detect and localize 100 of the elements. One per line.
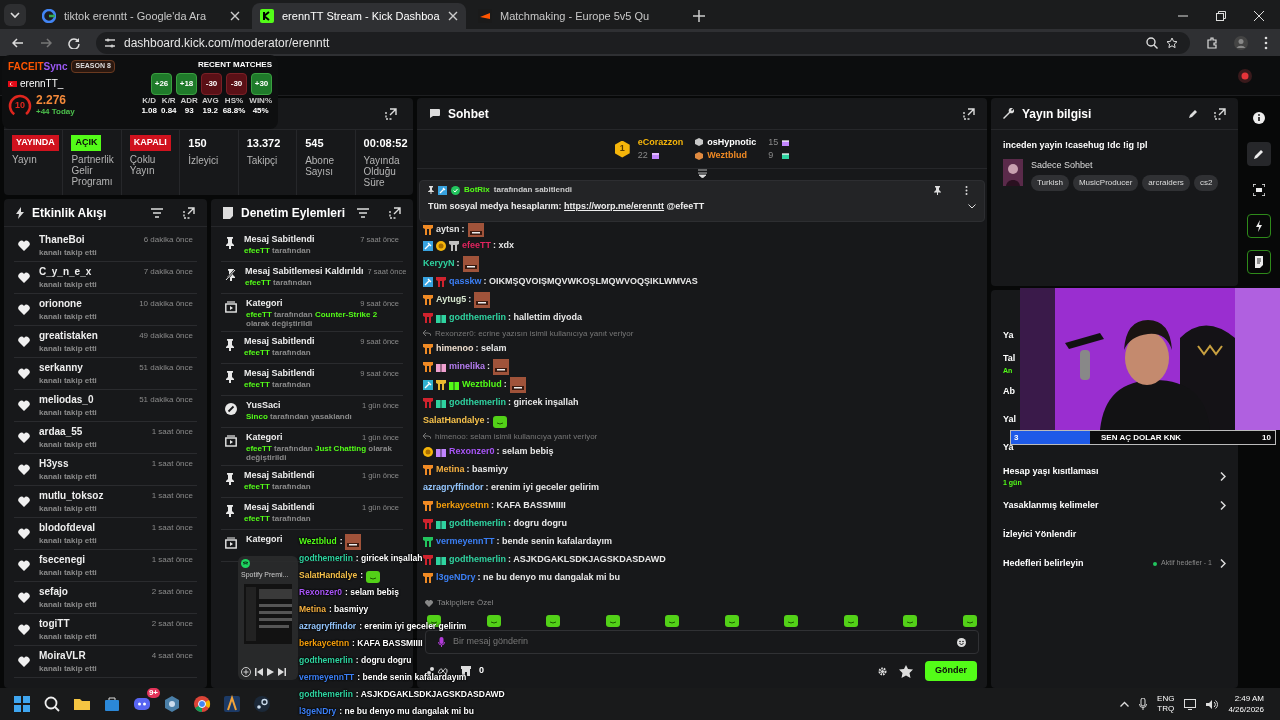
timestamp: 51 dakika önce [139, 393, 193, 406]
chat-username[interactable]: berkaycetnn [436, 499, 490, 513]
link[interactable]: https://worp.me/erenntt [564, 201, 665, 211]
filter-icon[interactable] [357, 207, 369, 218]
rail-button[interactable] [1247, 142, 1271, 166]
play-icon[interactable] [267, 668, 274, 676]
panel-title: Sohbet [448, 105, 490, 123]
chat-message: : dogru dogru [508, 517, 567, 531]
blob-emote-icon[interactable] [843, 613, 858, 627]
expand-icon[interactable] [1214, 107, 1226, 120]
chat-username[interactable]: efeeTT [462, 239, 491, 253]
restore-icon[interactable] [1216, 11, 1226, 21]
new-tab-icon[interactable] [692, 9, 706, 23]
windows-icon[interactable] [12, 694, 32, 714]
setting-row[interactable]: İzleyici Yönlendir [1003, 520, 1226, 549]
blob-emote-icon[interactable] [784, 613, 799, 627]
tab-list-icon[interactable] [4, 4, 26, 26]
message-input[interactable]: Bir mesaj gönderin [453, 635, 949, 649]
browser-tab[interactable]: erennTT Stream - Kick Dashboa [252, 3, 466, 29]
blob-emote-icon[interactable] [486, 613, 501, 627]
search-icon[interactable] [42, 694, 62, 714]
chat-username[interactable]: KeryyN [423, 257, 455, 271]
smiley-icon[interactable] [957, 637, 966, 647]
chat-username[interactable]: godthemerlin [449, 396, 506, 410]
chat-username[interactable]: godthemerlin [449, 553, 506, 567]
forward-icon[interactable] [40, 36, 52, 49]
filter-icon[interactable] [151, 207, 163, 218]
hexagon-app-icon[interactable] [162, 694, 182, 714]
expand-icon[interactable] [385, 107, 397, 120]
rail-button[interactable] [1247, 214, 1271, 238]
reload-icon[interactable] [68, 36, 80, 49]
close-icon[interactable] [448, 11, 458, 21]
chat-username[interactable]: Rexonzer0 [449, 445, 495, 459]
chevron-down-icon[interactable] [968, 204, 976, 210]
chat-username[interactable]: azragryffindor [423, 481, 484, 495]
blob-emote-icon[interactable] [605, 613, 620, 627]
chat-username[interactable]: qasskw [449, 275, 482, 289]
category-name[interactable]: Sadece Sohbet [1031, 158, 1219, 172]
avatar-icon[interactable] [1234, 35, 1248, 50]
emote-star-icon[interactable] [899, 664, 913, 678]
previous-icon[interactable] [255, 668, 263, 676]
chat-username[interactable]: l3geNDry [436, 571, 476, 585]
setting-row[interactable]: Yasaklanmış kelimeler [1003, 491, 1226, 520]
chat-username[interactable]: godthemerlin [449, 517, 506, 531]
username: greatistaken [39, 329, 98, 343]
chat-username[interactable]: minelika [449, 360, 486, 374]
expand-icon[interactable] [183, 206, 195, 219]
address-bar[interactable]: dashboard.kick.com/moderator/erenntt [96, 31, 1190, 54]
more-icon[interactable] [1264, 35, 1268, 50]
more-icon[interactable] [965, 185, 968, 195]
pin-icon[interactable] [934, 185, 941, 195]
blob-emote-icon[interactable] [546, 613, 561, 627]
browser-tab[interactable]: Matchmaking - Europe 5v5 Qu [470, 3, 684, 29]
expand-icon[interactable] [963, 107, 975, 120]
blob-emote-icon[interactable] [962, 613, 977, 627]
message-composer[interactable]: Bir mesaj gönderin [425, 630, 979, 654]
network-icon[interactable] [1184, 698, 1197, 710]
action-text: kanalı takip etti [39, 663, 98, 675]
edit-icon[interactable] [1189, 109, 1198, 118]
tag[interactable]: arcraiders [1142, 175, 1190, 191]
volume-icon[interactable] [1206, 698, 1219, 710]
extensions-icon[interactable] [1206, 36, 1218, 49]
blob-emote-icon[interactable] [665, 613, 680, 627]
microphone-icon[interactable] [1139, 698, 1148, 710]
chat-username[interactable]: vermeyennTT [436, 535, 495, 549]
chat-username[interactable]: aytsn [436, 223, 460, 237]
chat-username[interactable]: Aytug5 [436, 293, 467, 307]
chrome-icon[interactable] [192, 694, 212, 714]
record-icon[interactable] [1238, 68, 1252, 83]
back-icon[interactable] [12, 36, 24, 49]
chat-username[interactable]: Metina [436, 463, 465, 477]
site-settings-icon[interactable] [104, 36, 116, 49]
next-icon[interactable] [278, 668, 286, 676]
bookmark-star-icon[interactable] [1166, 36, 1178, 49]
expand-icon[interactable] [389, 206, 401, 219]
microphone-icon[interactable] [438, 637, 445, 647]
tag[interactable]: Turkish [1031, 175, 1069, 191]
chat-username[interactable]: himenoo [436, 342, 474, 356]
game-icon[interactable] [222, 694, 242, 714]
action-text: kanalı takip etti [39, 375, 98, 387]
clock[interactable]: 2:49 AM 4/26/2026 [1228, 693, 1264, 715]
send-button[interactable]: Gönder [925, 661, 977, 681]
chat-username[interactable]: SalatHandalye [423, 414, 485, 428]
steam-icon[interactable] [252, 694, 272, 714]
chevron-up-icon[interactable] [1120, 701, 1130, 707]
tag[interactable]: cs2 [1193, 175, 1219, 191]
collapse-icon[interactable] [697, 169, 707, 178]
add-icon[interactable] [241, 667, 251, 677]
blob-emote-icon[interactable] [724, 613, 739, 627]
close-icon[interactable] [1254, 11, 1264, 21]
browser-tab[interactable]: tiktok erenntt - Google'da Ara [34, 3, 248, 29]
chat-username[interactable]: Weztblud [462, 378, 502, 392]
blob-emote-icon[interactable] [903, 613, 918, 627]
zoom-icon[interactable] [1146, 36, 1158, 49]
settings-icon[interactable] [878, 666, 887, 676]
close-icon[interactable] [230, 11, 240, 21]
rail-button[interactable] [1247, 250, 1271, 274]
language-indicator[interactable]: ENG TRQ [1157, 694, 1175, 714]
chat-username[interactable]: godthemerlin [449, 311, 506, 325]
tag[interactable]: MusicProducer [1072, 175, 1139, 191]
